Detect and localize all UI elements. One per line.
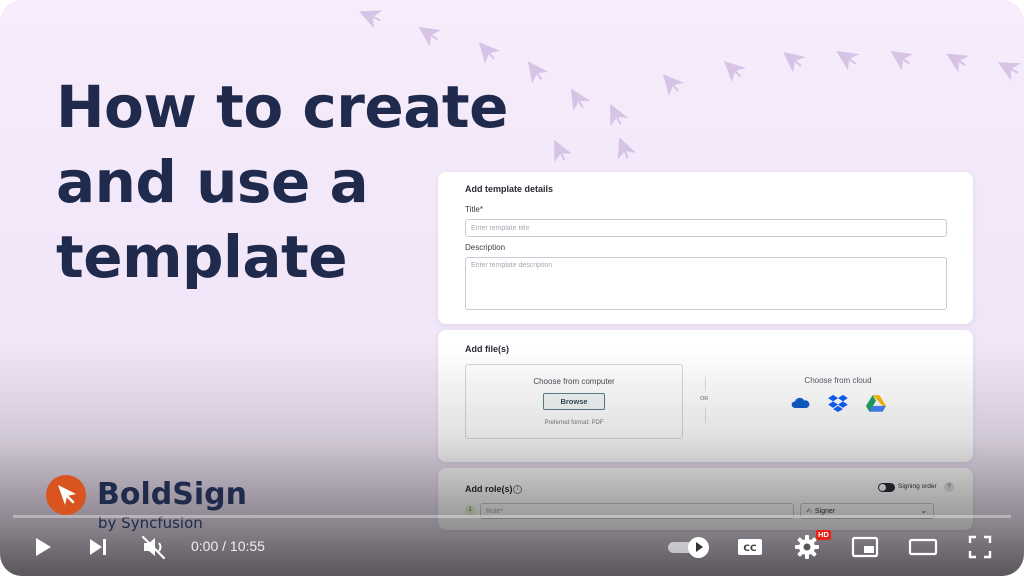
headline-line-1: How to create bbox=[56, 73, 508, 141]
mute-button[interactable] bbox=[138, 531, 170, 563]
captions-button[interactable]: CC bbox=[734, 531, 766, 563]
choose-from-computer-label: Choose from computer bbox=[533, 377, 615, 386]
play-button[interactable] bbox=[26, 531, 58, 563]
paper-plane-icon bbox=[356, 0, 389, 33]
add-roles-heading: Add role(s) bbox=[465, 484, 513, 494]
fullscreen-icon bbox=[968, 535, 992, 559]
headline-line-3: template bbox=[56, 223, 348, 291]
captions-icon: CC bbox=[738, 539, 762, 555]
template-details-heading: Add template details bbox=[465, 184, 554, 194]
template-details-panel: Add template details Title* Description bbox=[438, 172, 973, 324]
choose-from-cloud-area: Choose from cloud bbox=[728, 364, 948, 439]
miniplayer-button[interactable] bbox=[849, 531, 881, 563]
paper-plane-icon bbox=[722, 58, 748, 84]
next-button[interactable] bbox=[82, 531, 114, 563]
role-type-value: Signer bbox=[814, 508, 836, 515]
duration: 10:55 bbox=[229, 538, 265, 554]
paper-plane-icon bbox=[888, 44, 918, 74]
progress-bar[interactable] bbox=[13, 515, 1011, 518]
autoplay-play-icon bbox=[688, 537, 709, 558]
template-title-input[interactable] bbox=[465, 219, 947, 237]
theater-mode-icon bbox=[908, 538, 938, 556]
paper-plane-icon bbox=[659, 71, 687, 99]
title-label: Title* bbox=[465, 205, 483, 214]
current-time: 0:00 bbox=[191, 538, 219, 554]
google-drive-icon[interactable] bbox=[866, 394, 886, 412]
add-files-heading: Add file(s) bbox=[465, 344, 509, 354]
add-roles-panel: Add role(s) i Signing order ? 1 ✍Signer … bbox=[438, 468, 973, 530]
paper-plane-icon bbox=[563, 85, 595, 117]
fullscreen-button[interactable] bbox=[964, 531, 996, 563]
paper-plane-icon bbox=[416, 20, 446, 50]
chevron-down-icon: ⌄ bbox=[920, 506, 927, 515]
template-description-input[interactable] bbox=[465, 257, 947, 310]
paper-plane-icon bbox=[608, 134, 643, 169]
player-controls: 0:00 / 10:55 CC HD bbox=[0, 525, 1024, 570]
or-divider-top bbox=[705, 377, 706, 391]
paper-plane-icon bbox=[781, 47, 809, 75]
theater-mode-button[interactable] bbox=[907, 531, 939, 563]
time-separator: / bbox=[218, 538, 230, 554]
paper-plane-icon bbox=[600, 100, 633, 133]
choose-from-cloud-label: Choose from cloud bbox=[804, 376, 872, 385]
video-player[interactable]: How to create and use a template Add tem… bbox=[0, 0, 1024, 576]
time-display: 0:00 / 10:55 bbox=[191, 538, 265, 554]
dropbox-icon[interactable] bbox=[828, 394, 848, 412]
add-files-panel: Add file(s) Choose from computer Browse … bbox=[438, 330, 973, 462]
role-row-number: 1 bbox=[465, 505, 475, 515]
or-divider-bottom bbox=[705, 407, 706, 423]
paper-plane-icon bbox=[544, 136, 577, 169]
video-headline: How to create and use a template bbox=[56, 70, 508, 295]
paper-plane-icon bbox=[834, 44, 864, 74]
info-icon[interactable]: i bbox=[513, 485, 522, 494]
paper-plane-icon bbox=[475, 39, 503, 67]
paper-plane-icon bbox=[522, 58, 552, 88]
miniplayer-icon bbox=[851, 536, 879, 558]
onedrive-icon[interactable] bbox=[790, 394, 810, 412]
autoplay-toggle[interactable] bbox=[668, 537, 710, 558]
or-label: OR bbox=[700, 396, 709, 402]
headline-line-2: and use a bbox=[56, 148, 369, 216]
paper-plane-icon bbox=[995, 53, 1024, 85]
browse-button[interactable]: Browse bbox=[543, 393, 605, 410]
svg-text:CC: CC bbox=[743, 544, 757, 554]
skip-next-icon bbox=[90, 539, 106, 555]
pen-icon: ✍ bbox=[806, 508, 812, 515]
upload-from-computer-box[interactable]: Choose from computer Browse Preferred fo… bbox=[465, 364, 683, 439]
volume-muted-icon bbox=[141, 535, 166, 560]
signing-order-label: Signing order bbox=[898, 483, 937, 490]
boldsign-logo-icon bbox=[46, 475, 86, 515]
help-icon[interactable]: ? bbox=[944, 482, 954, 492]
description-label: Description bbox=[465, 243, 506, 252]
hd-badge: HD bbox=[816, 530, 831, 540]
preferred-format-note: Preferred format: PDF bbox=[544, 420, 604, 426]
play-icon bbox=[36, 538, 51, 556]
signing-order-toggle[interactable] bbox=[878, 483, 895, 492]
brand-name: BoldSign bbox=[97, 477, 247, 512]
paper-plane-icon bbox=[944, 46, 975, 77]
